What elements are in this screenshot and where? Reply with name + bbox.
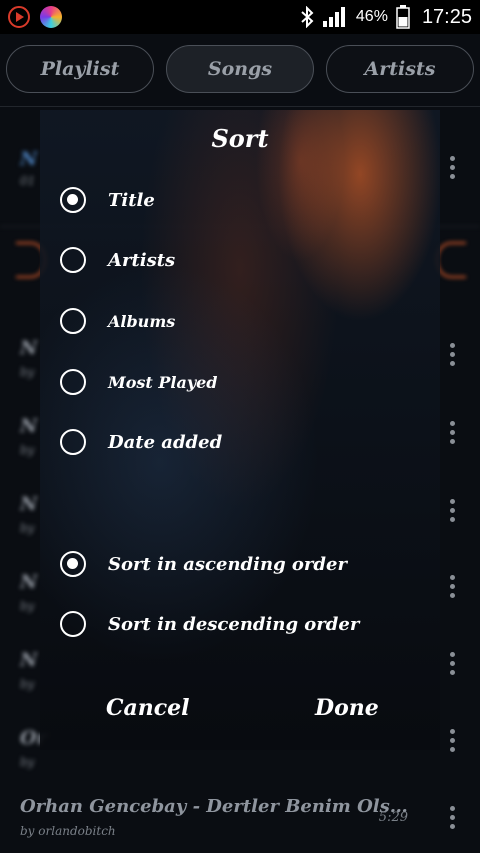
battery-icon bbox=[396, 5, 410, 29]
dialog-title: Sort bbox=[211, 124, 269, 153]
row-menu-icon[interactable] bbox=[450, 343, 456, 366]
next-control-icon[interactable] bbox=[436, 242, 466, 278]
song-title: Orhan Gencebay - Dertler Benim Ols… bbox=[20, 796, 408, 817]
option-label: Albums bbox=[108, 311, 176, 331]
row-menu-icon[interactable] bbox=[450, 729, 456, 752]
sort-option-most-played[interactable]: Most Played bbox=[60, 362, 218, 402]
done-button[interactable]: Done bbox=[315, 695, 379, 721]
radio-icon[interactable] bbox=[60, 308, 86, 334]
radio-icon[interactable] bbox=[60, 247, 86, 273]
tab-bar: Playlist Songs Artists bbox=[6, 45, 474, 93]
tab-playlist[interactable]: Playlist bbox=[6, 45, 154, 93]
list-item[interactable]: Orhan Gencebay - Dertler Benim Ols… by o… bbox=[0, 790, 480, 853]
clock: 17:25 bbox=[421, 5, 472, 28]
song-subtitle: 01 bbox=[20, 174, 36, 188]
order-option-descending[interactable]: Sort in descending order bbox=[60, 604, 359, 644]
play-app-icon bbox=[8, 6, 30, 28]
sort-option-date-added[interactable]: Date added bbox=[60, 422, 222, 462]
top-item-menu-icon[interactable] bbox=[450, 156, 456, 179]
signal-icon bbox=[322, 7, 345, 27]
battery-percent: 46% bbox=[355, 8, 388, 25]
song-title: N bbox=[20, 649, 38, 671]
status-bar: 46% 17:25 bbox=[0, 0, 480, 34]
sort-option-title[interactable]: Title bbox=[60, 180, 155, 220]
song-title: N bbox=[20, 415, 38, 437]
radio-icon[interactable] bbox=[60, 611, 86, 637]
option-label: Most Played bbox=[108, 372, 218, 392]
row-menu-icon[interactable] bbox=[450, 575, 456, 598]
radio-selected-icon[interactable] bbox=[60, 551, 86, 577]
option-label: Date added bbox=[108, 431, 223, 453]
row-menu-icon[interactable] bbox=[450, 652, 456, 675]
sort-dialog: Sort Title Artists Albums Most Played Da… bbox=[40, 110, 440, 750]
cancel-button[interactable]: Cancel bbox=[106, 695, 190, 721]
row-menu-icon[interactable] bbox=[450, 499, 456, 522]
option-label: Artists bbox=[108, 249, 176, 271]
tab-songs[interactable]: Songs bbox=[166, 45, 314, 93]
radio-selected-icon[interactable] bbox=[60, 187, 86, 213]
option-label: Title bbox=[108, 189, 155, 211]
bluetooth-icon bbox=[301, 6, 314, 28]
song-artist: by bbox=[20, 755, 35, 769]
song-title: N bbox=[20, 148, 38, 170]
radio-icon[interactable] bbox=[60, 429, 86, 455]
song-artist: by bbox=[20, 365, 35, 379]
tab-divider bbox=[0, 106, 480, 107]
song-artist: by bbox=[20, 599, 35, 613]
song-artist: by bbox=[20, 443, 35, 457]
sort-option-artists[interactable]: Artists bbox=[60, 240, 175, 280]
option-label: Sort in ascending order bbox=[108, 553, 347, 575]
song-title: N bbox=[20, 337, 38, 359]
color-app-icon bbox=[40, 6, 62, 28]
song-title: N bbox=[20, 493, 38, 515]
row-menu-icon[interactable] bbox=[450, 421, 456, 444]
song-duration: 5:29 bbox=[378, 810, 408, 825]
order-option-ascending[interactable]: Sort in ascending order bbox=[60, 544, 347, 584]
song-title: N bbox=[20, 571, 38, 593]
song-artist: by orlandobitch bbox=[20, 824, 116, 838]
song-artist: by bbox=[20, 677, 35, 691]
option-label: Sort in descending order bbox=[108, 613, 360, 635]
tab-artists[interactable]: Artists bbox=[326, 45, 474, 93]
song-artist: by bbox=[20, 521, 35, 535]
radio-icon[interactable] bbox=[60, 369, 86, 395]
sort-option-albums[interactable]: Albums bbox=[60, 301, 175, 341]
